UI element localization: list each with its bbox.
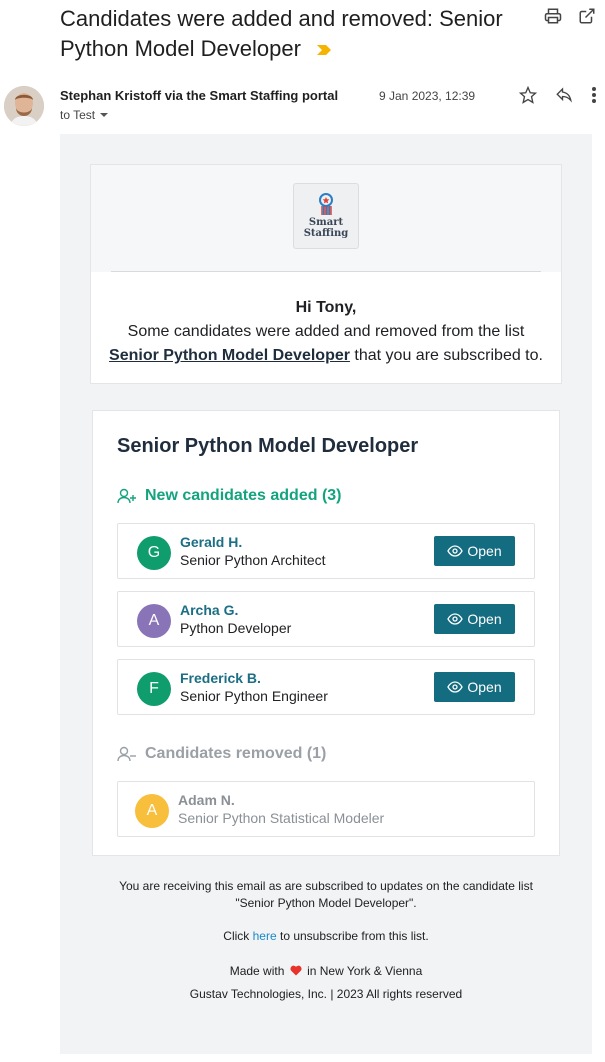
removed-section-heading: Candidates removed (1) [117, 745, 326, 763]
smart-staffing-logo: Smart Staffing [293, 183, 359, 249]
candidate-name: Adam N. [178, 792, 235, 808]
greeting-salutation: Hi Tony, [295, 299, 357, 316]
open-label: Open [467, 543, 502, 559]
heart-icon [290, 965, 302, 976]
recipient-label: to Test [60, 108, 96, 122]
star-icon[interactable] [519, 86, 537, 104]
email-subject: Candidates were added and removed: Senio… [60, 4, 530, 64]
removed-heading-text: Candidates removed (1) [145, 745, 327, 762]
candidate-role: Senior Python Architect [180, 552, 326, 568]
more-options-icon[interactable] [591, 86, 597, 104]
candidate-changes-card: Senior Python Model Developer New candid… [92, 410, 560, 856]
made-in-text: in New York & Vienna [307, 964, 423, 978]
reply-icon[interactable] [555, 86, 573, 104]
thread-actions [543, 6, 597, 26]
open-candidate-button[interactable]: Open [434, 672, 515, 702]
unsubscribe-line: Click here to unsubscribe from this list… [60, 928, 592, 945]
greeting-card: Smart Staffing Hi Tony, Some candidates … [90, 164, 562, 384]
candidate-row-added: G Gerald H. Senior Python Architect Open [117, 523, 535, 579]
print-icon[interactable] [543, 6, 563, 26]
message-actions [519, 86, 597, 104]
logo-line-2: Staffing [303, 228, 349, 239]
eye-icon [447, 545, 464, 557]
candidate-row-added: F Frederick B. Senior Python Engineer Op… [117, 659, 535, 715]
divider [111, 271, 541, 272]
candidate-name[interactable]: Archa G. [180, 602, 238, 618]
ribbon-badge-icon [319, 193, 333, 215]
add-person-icon [117, 488, 136, 504]
candidate-role: Python Developer [180, 620, 292, 636]
remove-person-icon [117, 746, 136, 762]
candidate-avatar: G [137, 536, 171, 570]
open-label: Open [467, 679, 502, 695]
notice-line-1: You are receiving this email as are subs… [119, 879, 533, 893]
copyright: Gustav Technologies, Inc. | 2023 All rig… [189, 987, 463, 1001]
open-label: Open [467, 611, 502, 627]
candidate-row-removed: A Adam N. Senior Python Statistical Mode… [117, 781, 535, 837]
added-section-heading: New candidates added (3) [117, 487, 342, 505]
eye-icon [447, 681, 464, 693]
click-text: Click [223, 929, 253, 943]
made-with-line: Made with in New York & Vienna [60, 963, 592, 980]
greeting-text: Hi Tony, Some candidates were added and … [91, 296, 561, 368]
open-candidate-button[interactable]: Open [434, 536, 515, 566]
recipient-details[interactable]: to Test [60, 108, 109, 122]
notice-line-2: "Senior Python Model Developer". [235, 896, 417, 910]
greeting-line-2: Senior Python Model Developer that you a… [91, 344, 561, 368]
subject-text: Candidates were added and removed: Senio… [60, 6, 503, 61]
email-date: 9 Jan 2023, 12:39 [379, 89, 476, 103]
sender-name[interactable]: Stephan Kristoff via the Smart Staffing … [60, 88, 338, 103]
candidate-avatar: F [137, 672, 171, 706]
logo-header: Smart Staffing [91, 165, 561, 272]
sender-avatar[interactable] [4, 86, 44, 126]
list-link[interactable]: Senior Python Model Developer [109, 347, 350, 364]
candidate-name[interactable]: Frederick B. [180, 670, 261, 686]
unsubscribe-link[interactable]: here [253, 929, 277, 943]
candidate-role: Senior Python Statistical Modeler [178, 810, 385, 826]
eye-icon [447, 613, 464, 625]
subscription-notice: You are receiving this email as are subs… [60, 878, 592, 912]
candidate-avatar: A [137, 604, 171, 638]
open-in-new-window-icon[interactable] [577, 6, 597, 26]
greeting-line-1: Some candidates were added and removed f… [127, 323, 525, 340]
logo-line-1: Smart [308, 217, 344, 228]
importance-marker-icon[interactable] [317, 45, 332, 55]
logo-text: Smart Staffing [304, 217, 349, 239]
open-candidate-button[interactable]: Open [434, 604, 515, 634]
list-title: Senior Python Model Developer [117, 435, 419, 457]
added-heading-text: New candidates added (3) [145, 487, 342, 504]
unsubscribe-text: to unsubscribe from this list. [276, 929, 429, 943]
chevron-down-icon[interactable] [99, 112, 109, 118]
candidate-name[interactable]: Gerald H. [180, 534, 242, 550]
candidate-row-added: A Archa G. Python Developer Open [117, 591, 535, 647]
made-with-text: Made with [229, 964, 285, 978]
greeting-line-2-suffix: that you are subscribed to. [349, 347, 543, 364]
candidate-avatar: A [135, 794, 169, 828]
email-body: Smart Staffing Hi Tony, Some candidates … [60, 134, 592, 1054]
candidate-role: Senior Python Engineer [180, 688, 328, 704]
